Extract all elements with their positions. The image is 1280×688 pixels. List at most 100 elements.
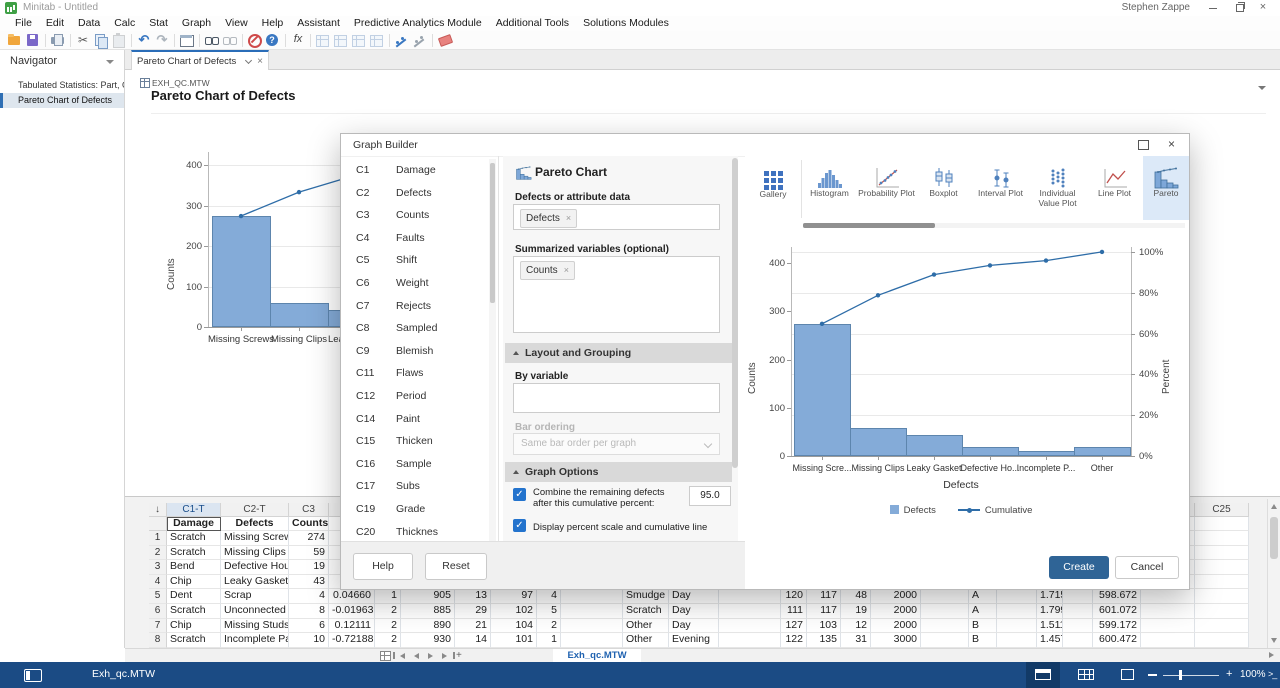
zoom-in-icon[interactable]: + bbox=[1226, 668, 1232, 680]
worksheet-cell[interactable] bbox=[921, 619, 969, 634]
scrollbar-thumb[interactable] bbox=[732, 158, 738, 468]
gallery-item-probability-plot[interactable]: Probability Plot bbox=[858, 156, 915, 220]
worksheet-cell[interactable]: 2000 bbox=[871, 589, 921, 604]
column-name-cell[interactable]: Damage bbox=[167, 517, 221, 531]
worksheet-cell[interactable]: 111 bbox=[781, 604, 807, 619]
worksheet-cell[interactable]: Scrap bbox=[221, 589, 289, 604]
worksheet-cell[interactable]: Scratch bbox=[167, 531, 221, 546]
worksheet-cell[interactable] bbox=[921, 589, 969, 604]
worksheet-cell[interactable]: Other bbox=[623, 633, 669, 648]
attr-data-field[interactable]: Defects× bbox=[513, 204, 720, 230]
blank-view-icon[interactable] bbox=[1121, 669, 1134, 680]
new-window-icon[interactable] bbox=[178, 32, 196, 48]
help-icon[interactable] bbox=[264, 32, 282, 48]
paste-icon[interactable] bbox=[110, 32, 128, 48]
worksheet-cell[interactable]: Dent bbox=[167, 589, 221, 604]
worksheet-cell[interactable]: 1.799 bbox=[1037, 604, 1063, 619]
add-sheet-icon[interactable]: + bbox=[456, 650, 462, 662]
variable-chip-defects[interactable]: Defects× bbox=[520, 209, 577, 228]
column-item-c11[interactable]: C11Flaws bbox=[346, 362, 486, 385]
formula-icon[interactable]: fx bbox=[289, 32, 307, 48]
navigator-item-pareto-chart-of-defects[interactable]: Pareto Chart of Defects bbox=[0, 93, 124, 108]
worksheet-cell[interactable]: 21 bbox=[455, 619, 491, 634]
next-sheet-icon[interactable] bbox=[428, 653, 433, 659]
menu-item-predictive-analytics-module[interactable]: Predictive Analytics Module bbox=[347, 16, 489, 31]
worksheet-cell[interactable]: Missing Clips bbox=[221, 546, 289, 561]
worksheet-cell[interactable]: Chip bbox=[167, 575, 221, 590]
row-number[interactable]: 4 bbox=[149, 575, 167, 590]
gallery-item-interval-plot[interactable]: Interval Plot bbox=[972, 156, 1029, 220]
sheet-list-icon[interactable] bbox=[380, 651, 391, 661]
section-graph-options[interactable]: Graph Options bbox=[505, 462, 732, 482]
worksheet-cell[interactable]: Day bbox=[669, 619, 719, 634]
row-number[interactable]: 8 bbox=[149, 633, 167, 648]
output-options-chevron-icon[interactable] bbox=[1258, 86, 1266, 90]
column-list-scrollbar[interactable] bbox=[489, 159, 496, 541]
combine-checkbox[interactable]: ✓ bbox=[513, 488, 526, 501]
last-sheet-icon[interactable] bbox=[442, 653, 447, 659]
row-number[interactable]: 2 bbox=[149, 546, 167, 561]
column-item-c12[interactable]: C12Period bbox=[346, 385, 486, 408]
worksheet-cell[interactable]: Missing Studs bbox=[221, 619, 289, 634]
print-icon[interactable] bbox=[49, 32, 67, 48]
worksheet-cell[interactable]: Leaky Gasket bbox=[221, 575, 289, 590]
worksheet-cell[interactable]: Unconnected Wir bbox=[221, 604, 289, 619]
column-name-cell[interactable]: Defects bbox=[221, 517, 289, 531]
chevron-down-icon[interactable] bbox=[106, 60, 114, 64]
insert-grid-3-icon[interactable] bbox=[350, 32, 368, 48]
worksheet-cell[interactable]: 6 bbox=[289, 619, 329, 634]
menu-item-assistant[interactable]: Assistant bbox=[290, 16, 347, 31]
cancel-icon[interactable] bbox=[246, 32, 264, 48]
worksheet-cell[interactable]: 14 bbox=[455, 633, 491, 648]
worksheet-cell[interactable] bbox=[1195, 604, 1249, 619]
brush-icon[interactable] bbox=[393, 32, 411, 48]
worksheet-cell[interactable]: Bend bbox=[167, 560, 221, 575]
erase-icon[interactable] bbox=[436, 32, 454, 48]
variable-chip-counts[interactable]: Counts× bbox=[520, 261, 575, 280]
worksheet-cell[interactable] bbox=[1195, 531, 1249, 546]
worksheet-cell[interactable]: 2000 bbox=[871, 619, 921, 634]
worksheet-cell[interactable] bbox=[997, 633, 1037, 648]
worksheet-cell[interactable]: 2000 bbox=[871, 604, 921, 619]
reset-button[interactable]: Reset bbox=[425, 553, 487, 580]
scroll-up-icon[interactable] bbox=[1271, 504, 1277, 509]
worksheet-cell[interactable]: 1.457 bbox=[1037, 633, 1063, 648]
command-line-icon[interactable]: >_ bbox=[1268, 669, 1276, 679]
worksheet-cell[interactable]: 127 bbox=[781, 619, 807, 634]
worksheet-cell[interactable] bbox=[1063, 604, 1093, 619]
scrollbar-thumb[interactable] bbox=[490, 163, 495, 303]
worksheet-cell[interactable]: 2 bbox=[375, 619, 401, 634]
column-item-c17[interactable]: C17Subs bbox=[346, 475, 486, 498]
worksheet-cell[interactable]: 8 bbox=[289, 604, 329, 619]
worksheet-cell[interactable]: -0.72188 bbox=[329, 633, 375, 648]
worksheet-cell[interactable]: 2 bbox=[375, 633, 401, 648]
worksheet-cell[interactable]: 104 bbox=[491, 619, 537, 634]
worksheet-cell[interactable] bbox=[719, 589, 781, 604]
worksheet-cell[interactable]: Missing Screws bbox=[221, 531, 289, 546]
worksheet-cell[interactable]: 5 bbox=[537, 604, 561, 619]
worksheet-cell[interactable] bbox=[1141, 589, 1195, 604]
worksheet-cell[interactable]: Other bbox=[623, 619, 669, 634]
column-item-c5[interactable]: C5Shift bbox=[346, 249, 486, 272]
zoom-slider-handle[interactable] bbox=[1179, 670, 1182, 680]
save-icon[interactable] bbox=[24, 32, 42, 48]
chip-remove-icon[interactable]: × bbox=[566, 213, 571, 223]
column-header-c25[interactable]: C25 bbox=[1195, 503, 1249, 517]
row-header[interactable] bbox=[149, 517, 167, 531]
zoom-slider[interactable] bbox=[1163, 675, 1219, 677]
column-item-c9[interactable]: C9Blemish bbox=[346, 340, 486, 363]
row-number[interactable]: 5 bbox=[149, 589, 167, 604]
display-percent-checkbox[interactable]: ✓ bbox=[513, 519, 526, 532]
worksheet-cell[interactable]: 601.072 bbox=[1093, 604, 1141, 619]
copy-icon[interactable] bbox=[92, 32, 110, 48]
worksheet-cell[interactable]: Chip bbox=[167, 619, 221, 634]
worksheet-cell[interactable]: 103 bbox=[807, 619, 841, 634]
worksheet-cell[interactable]: 117 bbox=[807, 604, 841, 619]
worksheet-cell[interactable] bbox=[719, 633, 781, 648]
worksheet-cell[interactable]: Day bbox=[669, 604, 719, 619]
column-name-cell[interactable] bbox=[1195, 517, 1249, 531]
menu-item-help[interactable]: Help bbox=[255, 16, 291, 31]
dialog-title-bar[interactable]: Graph Builder × bbox=[341, 134, 1189, 157]
worksheet-cell[interactable]: B bbox=[969, 633, 997, 648]
scroll-right-icon[interactable] bbox=[1269, 652, 1274, 658]
